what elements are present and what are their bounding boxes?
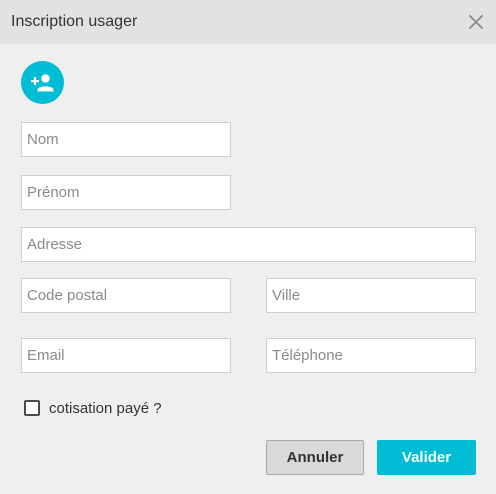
cancel-button[interactable]: Annuler — [266, 440, 364, 475]
dialog-title: Inscription usager — [11, 13, 138, 30]
email-field[interactable] — [21, 338, 231, 373]
validate-button[interactable]: Valider — [377, 440, 476, 475]
last-name-field[interactable] — [21, 122, 231, 157]
postal-code-field[interactable] — [21, 278, 231, 313]
cotisation-checkbox[interactable] — [24, 400, 40, 416]
registration-dialog: Inscription usager cotisation payé ? Ann… — [0, 0, 496, 494]
address-field[interactable] — [21, 227, 476, 262]
add-user-button[interactable] — [21, 61, 64, 104]
close-icon[interactable] — [466, 12, 486, 32]
city-field[interactable] — [266, 278, 476, 313]
cotisation-row: cotisation payé ? — [24, 398, 162, 418]
person-add-icon — [31, 74, 54, 92]
first-name-field[interactable] — [21, 175, 231, 210]
phone-field[interactable] — [266, 338, 476, 373]
dialog-titlebar: Inscription usager — [0, 0, 496, 44]
cotisation-label: cotisation payé ? — [49, 399, 162, 417]
